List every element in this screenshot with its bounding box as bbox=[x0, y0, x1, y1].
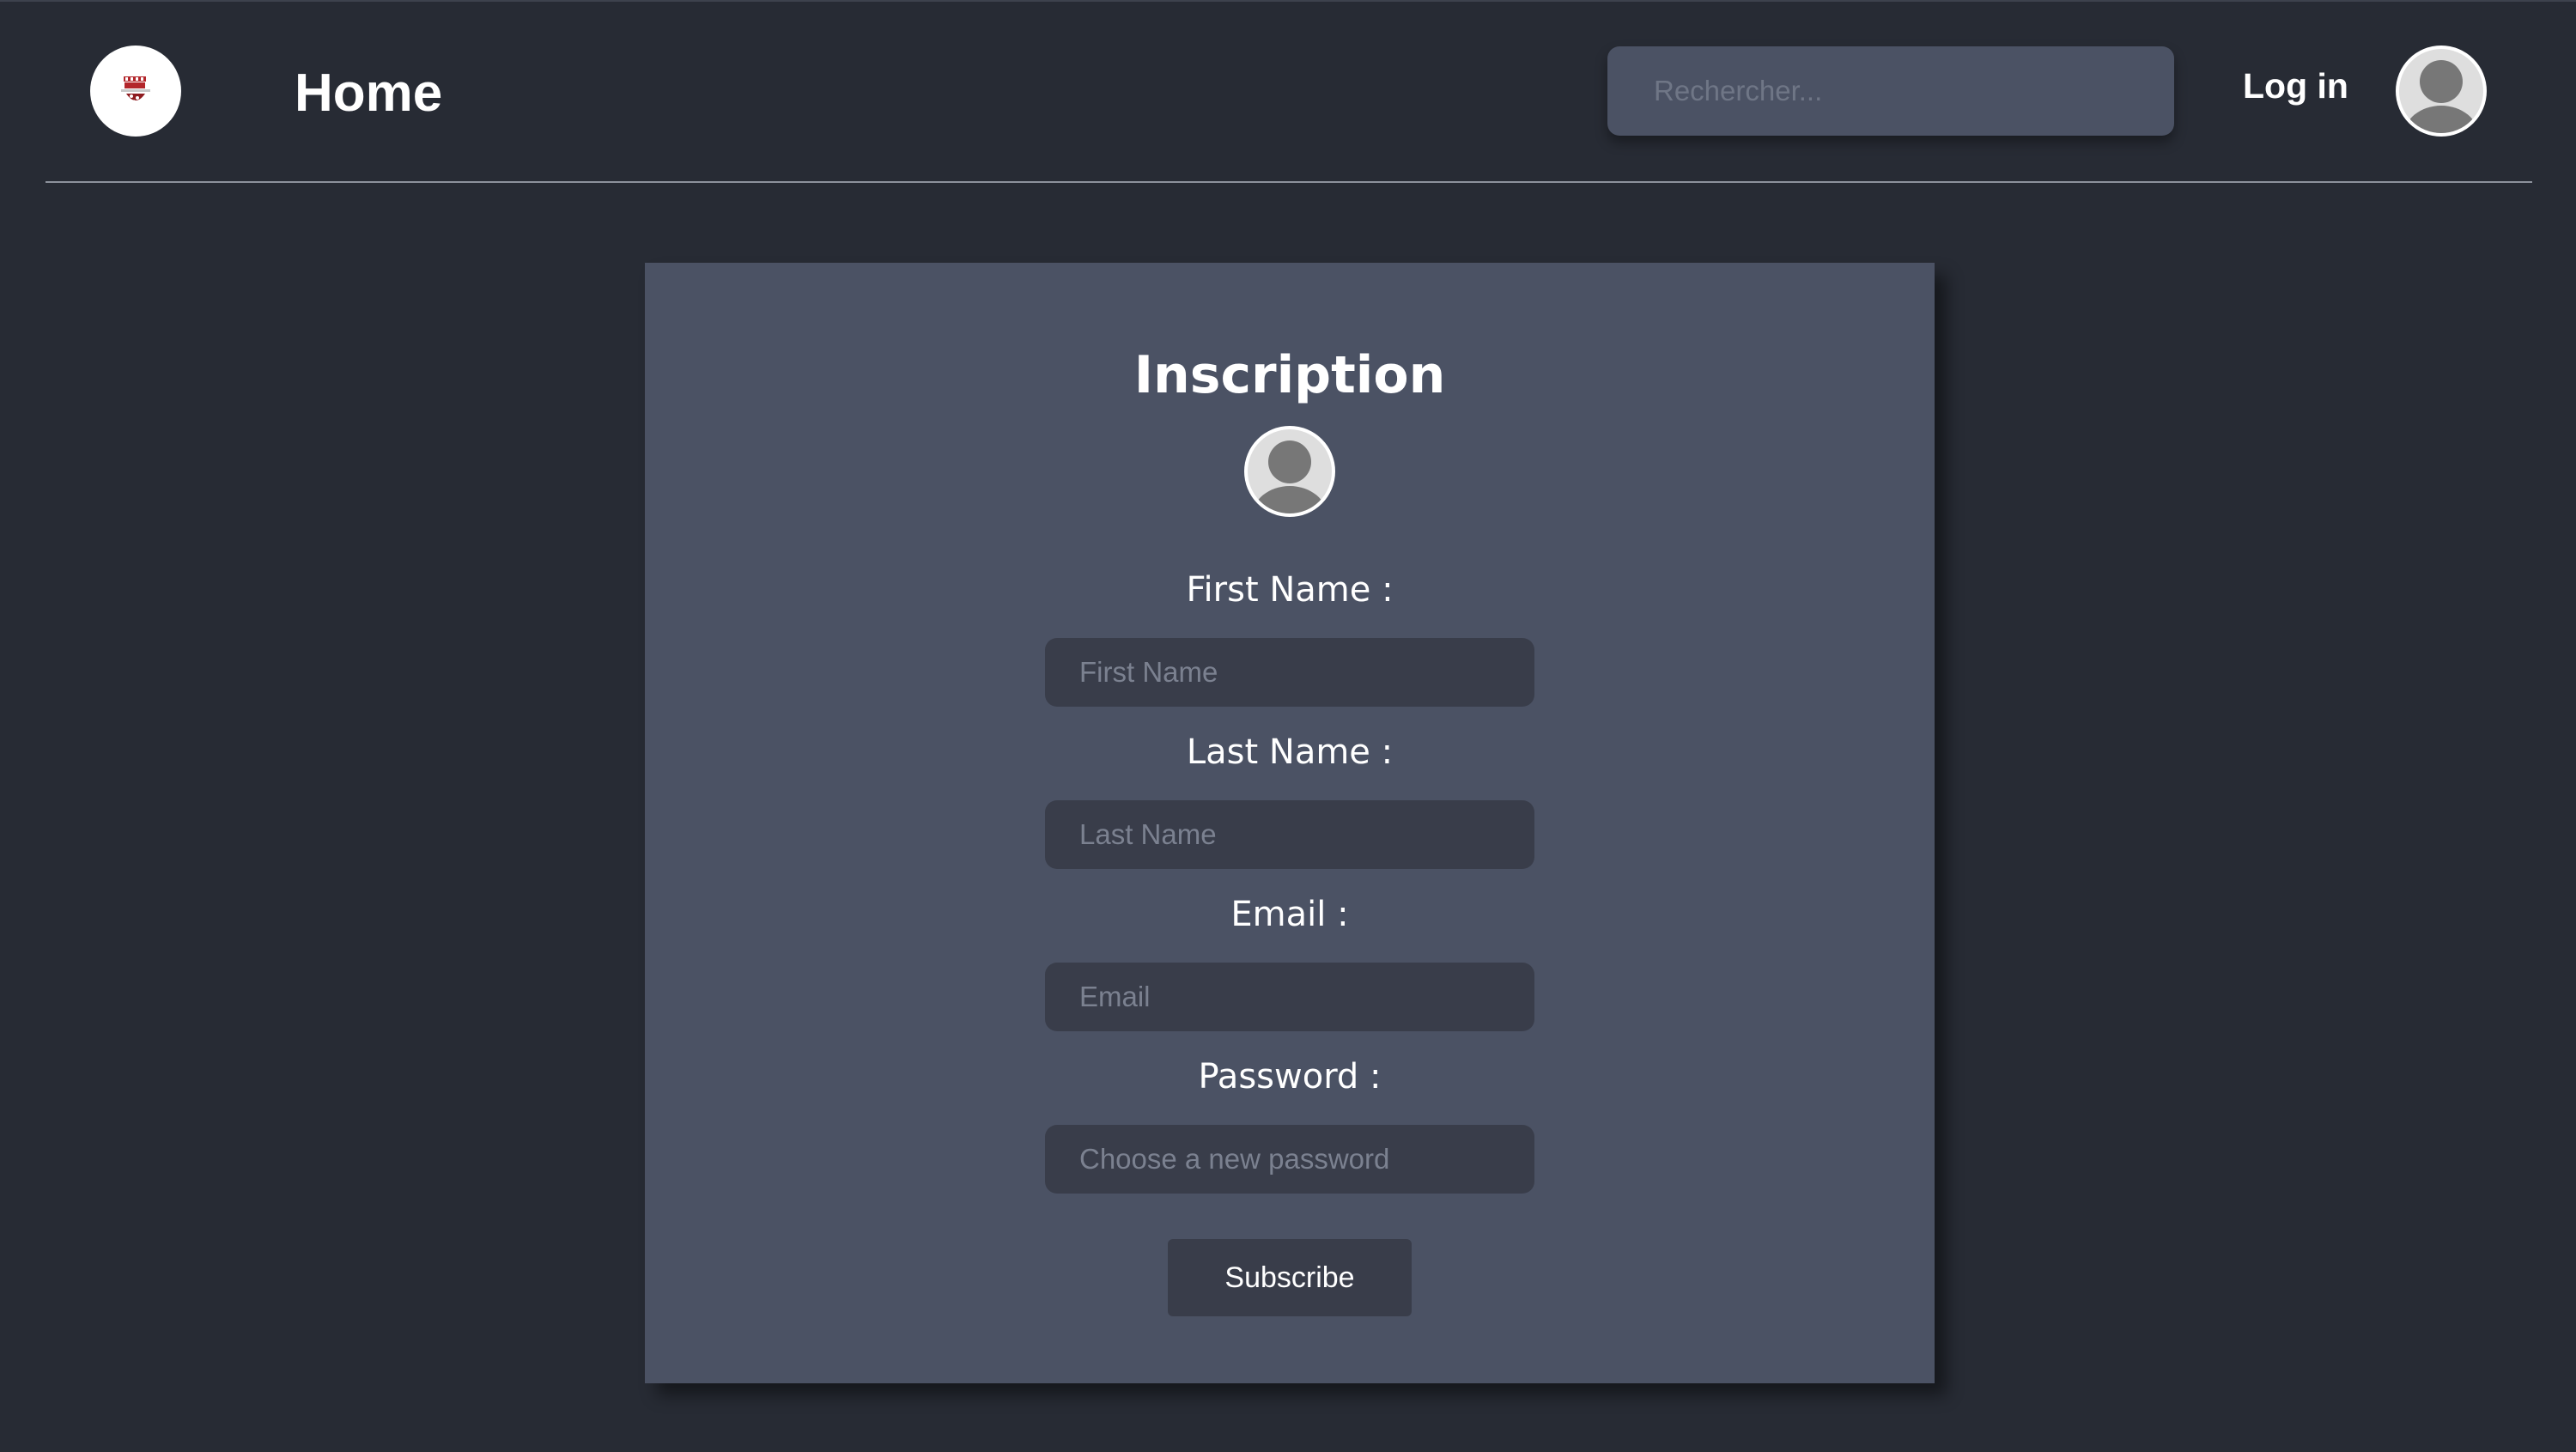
first-name-label: First Name : bbox=[1186, 570, 1394, 610]
signup-card: Inscription First Name : Last Name : Ema… bbox=[645, 263, 1935, 1383]
user-avatar-icon[interactable] bbox=[2396, 46, 2487, 137]
site-logo[interactable] bbox=[90, 46, 181, 137]
last-name-label: Last Name : bbox=[1186, 732, 1394, 772]
user-avatar-icon bbox=[1244, 426, 1335, 517]
password-label: Password : bbox=[1198, 1057, 1382, 1097]
email-input[interactable] bbox=[1045, 963, 1534, 1031]
form-title: Inscription bbox=[1133, 345, 1446, 405]
last-name-input[interactable] bbox=[1045, 800, 1534, 869]
password-input[interactable] bbox=[1045, 1125, 1534, 1194]
subscribe-button[interactable]: Subscribe bbox=[1168, 1239, 1412, 1316]
login-link[interactable]: Log in bbox=[2243, 62, 2348, 110]
home-title[interactable]: Home bbox=[295, 55, 442, 132]
first-name-input[interactable] bbox=[1045, 638, 1534, 707]
film-clapper-popcorn-logo-icon bbox=[121, 76, 150, 103]
top-navbar: Home Log in bbox=[0, 0, 2576, 182]
search-input[interactable] bbox=[1607, 46, 2174, 136]
header-divider bbox=[46, 181, 2532, 183]
email-label: Email : bbox=[1230, 895, 1349, 934]
